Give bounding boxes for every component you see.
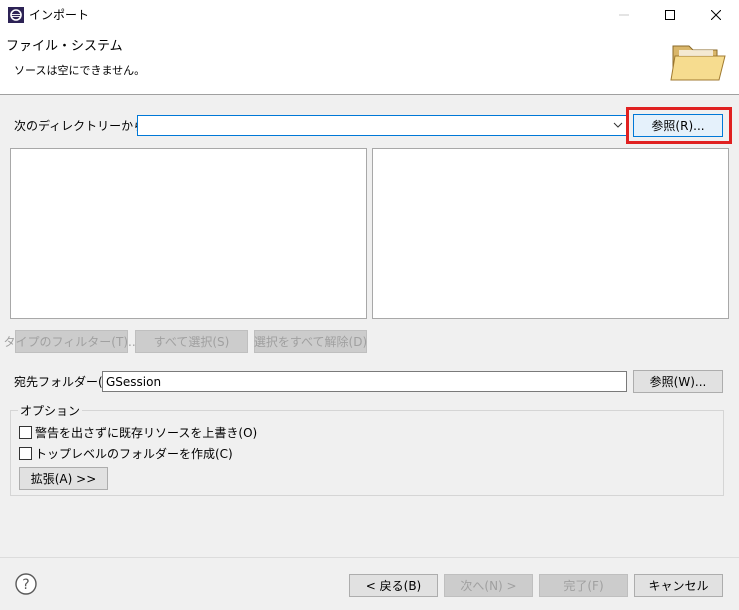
close-button[interactable]: [693, 0, 739, 30]
folder-icon: [670, 45, 726, 81]
options-group-title: オプション: [18, 404, 83, 418]
type-filter-button[interactable]: タイプのフィルター(T)...: [4, 330, 139, 353]
source-browse-button[interactable]: 参照(R)...: [633, 114, 723, 137]
overwrite-checkbox[interactable]: [19, 426, 32, 439]
overwrite-label[interactable]: 警告を出さずに既存リソースを上書き(O): [35, 425, 257, 441]
maximize-button[interactable]: [647, 0, 693, 30]
create-top-level-checkbox[interactable]: [19, 447, 32, 460]
destination-browse-button[interactable]: 参照(W)...: [633, 370, 723, 393]
svg-text:?: ?: [22, 577, 29, 593]
window-title: インポート: [29, 8, 90, 22]
minimize-icon: [619, 14, 629, 16]
file-list-panel[interactable]: [372, 148, 729, 319]
maximize-icon: [665, 10, 675, 20]
deselect-all-button[interactable]: 選択をすべて解除(D): [254, 330, 367, 353]
footer-separator: [0, 557, 739, 558]
select-all-button[interactable]: すべて選択(S): [135, 330, 248, 353]
finish-button[interactable]: 完了(F): [539, 574, 628, 597]
next-button[interactable]: 次へ(N) >: [444, 574, 533, 597]
chevron-down-icon[interactable]: [612, 119, 624, 131]
eclipse-app-icon: [8, 7, 24, 23]
back-button[interactable]: < 戻る(B): [349, 574, 438, 597]
advanced-button[interactable]: 拡張(A) >>: [19, 467, 108, 490]
page-title: ファイル・システム: [6, 39, 123, 54]
cancel-button[interactable]: キャンセル: [634, 574, 723, 597]
destination-folder-input[interactable]: [102, 371, 627, 392]
help-icon[interactable]: ?: [15, 573, 37, 595]
folder-tree-panel[interactable]: [10, 148, 367, 319]
page-message: ソースは空にできません。: [14, 64, 146, 77]
source-directory-combo[interactable]: [137, 115, 629, 136]
close-icon: [711, 10, 721, 20]
create-top-level-label[interactable]: トップレベルのフォルダーを作成(C): [35, 446, 233, 462]
minimize-button[interactable]: [601, 0, 647, 30]
